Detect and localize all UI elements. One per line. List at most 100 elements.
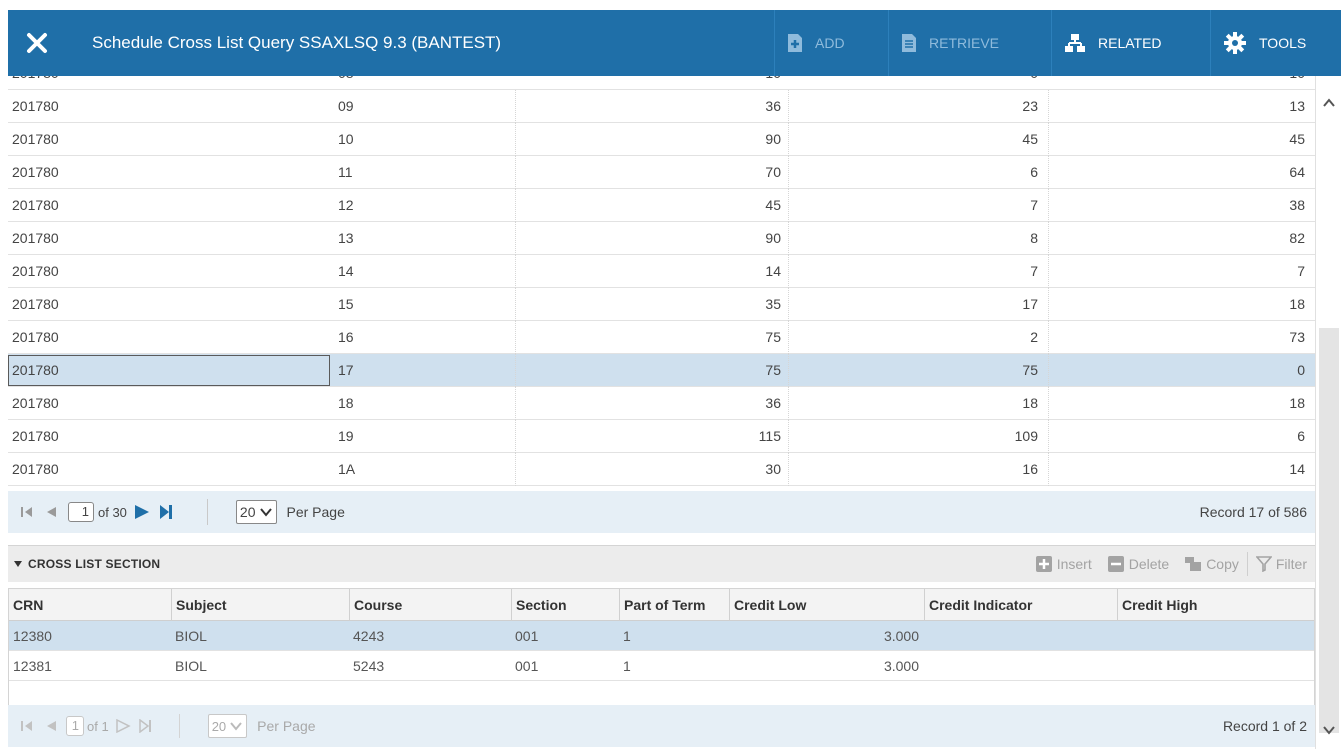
first-page-icon[interactable] <box>20 719 34 733</box>
course-cell: 5243 <box>353 658 385 674</box>
table-row[interactable]: 201780 09 36 23 13 <box>8 90 1315 123</box>
copy-button[interactable]: Copy <box>1177 546 1247 583</box>
column-header-course[interactable]: Course <box>349 589 511 621</box>
table-row[interactable]: 201780 10 90 45 45 <box>8 123 1315 156</box>
crn-cell: 12380 <box>13 628 52 644</box>
term-cell: 201780 <box>12 395 59 411</box>
credit-indicator-cell <box>924 651 928 681</box>
section-cell: 19 <box>338 428 354 444</box>
related-icon <box>1065 34 1085 52</box>
pager-divider <box>178 714 180 738</box>
max-cell: 90 <box>765 230 781 246</box>
column-header-credit-low[interactable]: Credit Low <box>729 589 924 621</box>
term-cell: 201780 <box>12 197 59 213</box>
remaining-cell: 82 <box>1289 230 1305 246</box>
table-row[interactable]: 201780 11 70 6 64 <box>8 156 1315 189</box>
next-page-icon[interactable] <box>115 719 131 733</box>
course-cell: 4243 <box>353 628 385 644</box>
section-cell: 11 <box>338 164 353 180</box>
last-page-icon[interactable] <box>138 719 153 733</box>
first-page-icon[interactable] <box>20 505 34 519</box>
table-row[interactable]: 12381 BIOL 5243 001 1 3.000 <box>9 651 1314 681</box>
per-page-label: Per Page <box>257 718 316 734</box>
max-cell: 14 <box>765 263 781 279</box>
table-row[interactable]: 201780 18 36 18 18 <box>8 387 1315 420</box>
actual-cell: 23 <box>1022 98 1038 114</box>
remaining-cell: 38 <box>1289 197 1305 213</box>
page-number-input[interactable]: 1 <box>68 502 94 522</box>
insert-icon <box>1035 556 1052 572</box>
cross-list-section-header: CROSS LIST SECTION Insert Delete Copy Fi… <box>8 545 1315 582</box>
page-number-input[interactable]: 1 <box>66 716 84 736</box>
column-header-credit-high[interactable]: Credit High <box>1117 589 1314 621</box>
per-page-label: Per Page <box>286 504 345 520</box>
insert-button[interactable]: Insert <box>1028 546 1100 583</box>
actual-cell: 45 <box>1022 131 1038 147</box>
add-button[interactable]: ADD <box>774 10 888 76</box>
collapse-triangle-icon[interactable] <box>14 561 22 567</box>
scroll-up-icon[interactable] <box>1320 94 1338 112</box>
actual-cell: 0 <box>788 76 1038 90</box>
add-icon <box>788 34 802 52</box>
section-cell: 17 <box>338 362 354 378</box>
related-button[interactable]: RELATED <box>1051 10 1210 76</box>
max-cell: 30 <box>765 461 781 477</box>
credit-indicator-cell <box>924 621 928 651</box>
actual-cell: 109 <box>1014 428 1038 444</box>
section-title: CROSS LIST SECTION <box>28 557 161 571</box>
remaining-cell: 73 <box>1289 329 1305 345</box>
column-header-crn[interactable]: CRN <box>9 589 171 621</box>
credit-high-cell <box>1117 651 1121 681</box>
delete-button[interactable]: Delete <box>1100 546 1177 583</box>
per-page-select[interactable]: 20 <box>235 500 277 524</box>
close-icon <box>27 33 47 53</box>
remaining-cell: 18 <box>1289 296 1305 312</box>
section-cell: 18 <box>338 395 354 411</box>
actual-cell: 2 <box>1030 329 1038 345</box>
subject-cell: BIOL <box>175 628 207 644</box>
max-cell: 45 <box>765 197 781 213</box>
column-header-section[interactable]: Section <box>511 589 619 621</box>
table-row-selected[interactable]: 12380 BIOL 4243 001 1 3.000 <box>9 621 1314 651</box>
column-header-subject[interactable]: Subject <box>171 589 349 621</box>
table-row[interactable]: 201780 08 10 0 10 <box>8 76 1315 90</box>
subject-cell: BIOL <box>175 658 207 674</box>
actual-cell: 18 <box>1022 395 1038 411</box>
retrieve-button[interactable]: RETRIEVE <box>888 10 1051 76</box>
section-cell: 10 <box>338 131 354 147</box>
table-row[interactable]: 201780 19 115 109 6 <box>8 420 1315 453</box>
cross-list-grid: CRN Subject Course Section Part of Term … <box>8 588 1315 706</box>
actual-cell: 16 <box>1022 461 1038 477</box>
table-row[interactable]: 201780 1A 30 16 14 <box>8 453 1315 486</box>
table-row[interactable]: 201780 16 75 2 73 <box>8 321 1315 354</box>
column-header-part-of-term[interactable]: Part of Term <box>619 589 729 621</box>
scrollbar-thumb[interactable] <box>1319 328 1339 733</box>
tools-button[interactable]: TOOLS <box>1210 10 1341 76</box>
next-page-icon[interactable] <box>133 504 151 520</box>
remaining-cell: 7 <box>1297 263 1305 279</box>
per-page-select[interactable]: 20 <box>207 714 248 738</box>
remaining-cell: 14 <box>1289 461 1305 477</box>
prev-page-icon[interactable] <box>44 719 58 733</box>
tools-label: TOOLS <box>1259 35 1307 51</box>
scroll-down-icon[interactable] <box>1320 721 1338 739</box>
record-count: Record 1 of 2 <box>1222 718 1307 734</box>
table-row[interactable]: 201780 14 14 7 7 <box>8 255 1315 288</box>
column-header-credit-indicator[interactable]: Credit Indicator <box>924 589 1117 621</box>
section-cell: 08 <box>338 76 354 90</box>
actual-cell: 8 <box>1030 230 1038 246</box>
max-cell: 35 <box>765 296 781 312</box>
close-button[interactable] <box>8 10 66 76</box>
page-count: of 30 <box>98 504 127 520</box>
table-row[interactable]: 201780 12 45 7 38 <box>8 189 1315 222</box>
prev-page-icon[interactable] <box>44 505 58 519</box>
last-page-icon[interactable] <box>159 504 173 520</box>
per-page-value: 20 <box>211 718 227 734</box>
table-row[interactable]: 201780 13 90 8 82 <box>8 222 1315 255</box>
page-scrollbar[interactable] <box>1315 76 1341 749</box>
actual-cell: 6 <box>1030 164 1038 180</box>
table-row-selected[interactable]: 201780 17 75 75 0 <box>8 354 1315 387</box>
table-row[interactable]: 201780 15 35 17 18 <box>8 288 1315 321</box>
filter-button[interactable]: Filter <box>1248 546 1315 583</box>
enrollment-grid: 201780 08 10 0 10 201780 09 36 23 13 201… <box>8 76 1315 489</box>
